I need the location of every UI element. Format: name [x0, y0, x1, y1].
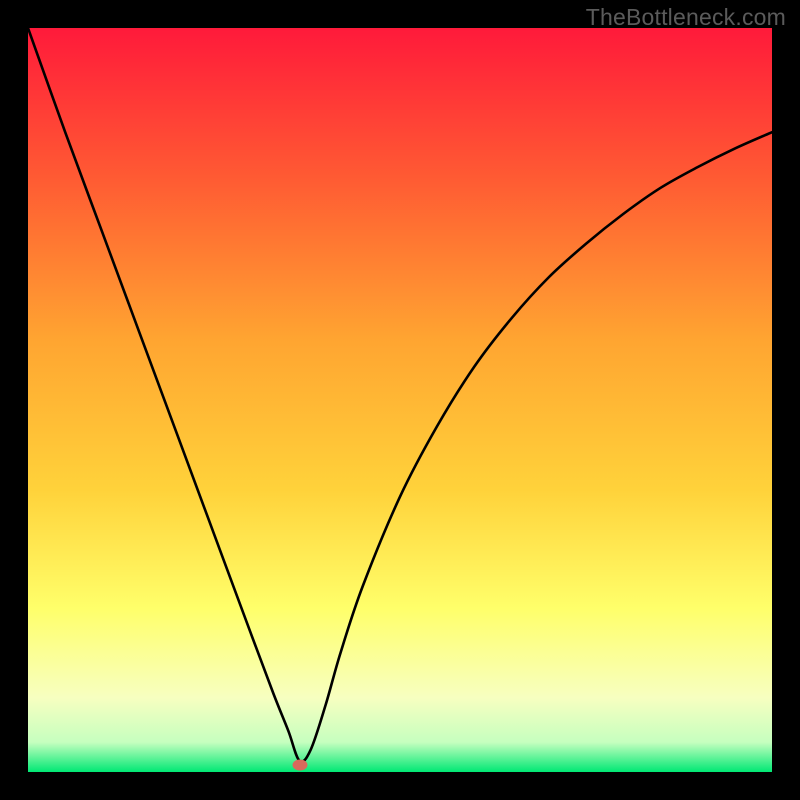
plot-area [28, 28, 772, 772]
watermark-text: TheBottleneck.com [586, 4, 786, 31]
bottleneck-curve [28, 28, 772, 772]
minimum-marker [292, 759, 307, 770]
chart-frame: TheBottleneck.com [0, 0, 800, 800]
